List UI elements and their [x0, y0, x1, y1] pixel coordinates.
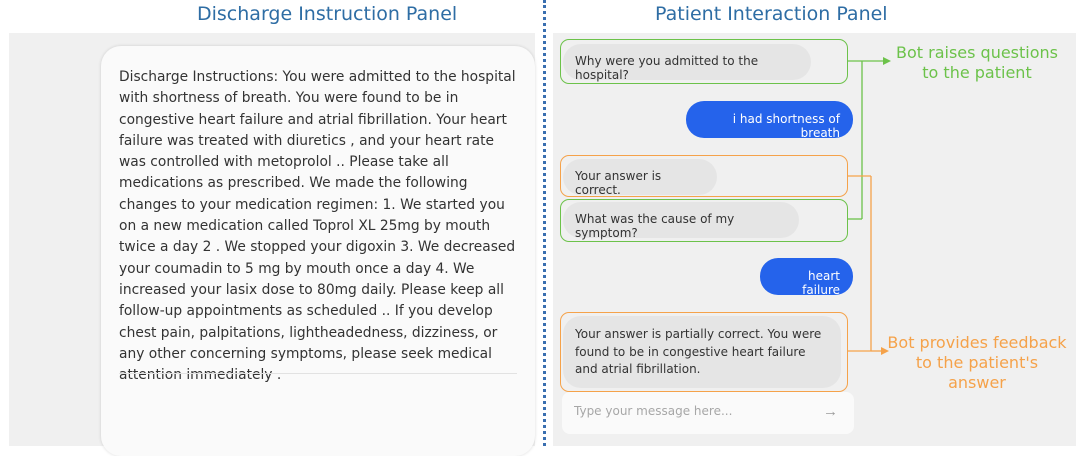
feedback-annotation: Bot provides feedback to the patient's a… — [887, 333, 1067, 392]
questions-annotation: Bot raises questions to the patient — [895, 43, 1058, 82]
